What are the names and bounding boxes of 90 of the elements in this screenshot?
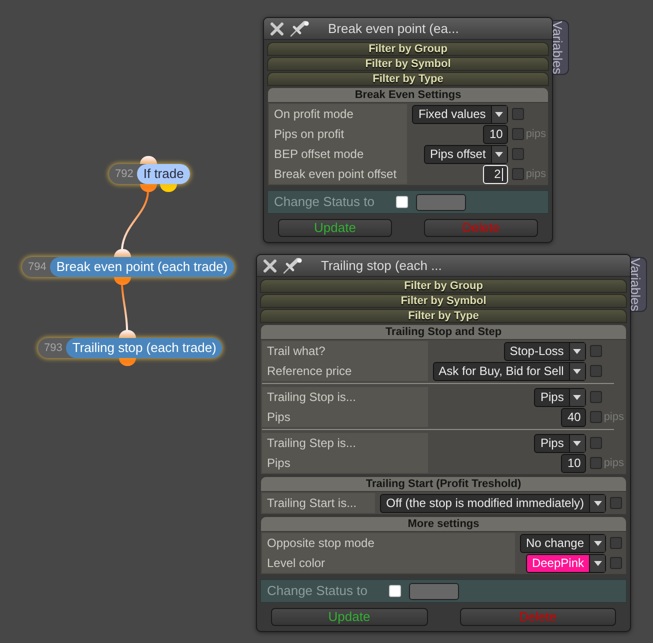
caret-icon [589,534,605,552]
filter-header[interactable]: Filter by Group [267,42,549,56]
dropdown-select[interactable]: Fixed values [412,104,508,124]
number-field[interactable]: 40 [560,408,586,426]
connector-line [121,192,149,250]
caret-icon [568,362,585,380]
setting-label: Trailing Start is... [262,493,376,513]
pushpin-icon[interactable] [283,258,303,274]
filter-header[interactable]: Filter by Symbol [260,294,627,308]
action-button[interactable]: Update [271,608,428,626]
flow-node[interactable]: 793 Trailing stop (each trade) [38,338,222,358]
connector-line [121,284,128,330]
caret-icon [490,106,507,122]
checkbox[interactable] [610,497,622,509]
number-field[interactable]: 2 [482,164,508,184]
number-field[interactable]: 10 [482,124,508,144]
window-title: Trailing stop (each ... [321,256,442,275]
setting-label: Trailing Step is... [262,433,428,453]
input-port-icon[interactable] [119,330,136,338]
dropdown-select[interactable]: Pips offset [424,144,508,164]
filter-header[interactable]: Filter by Type [260,309,627,323]
setting-label: Break even point offset [269,164,408,184]
flow-node[interactable]: 792 If trade [109,164,190,184]
setting-label: Pips [262,407,428,427]
checkbox[interactable] [590,457,602,469]
status-field[interactable] [409,582,460,600]
flow-node[interactable]: 794 Break even point (each trade) [22,257,234,277]
close-icon[interactable] [270,22,284,36]
setting-label: Trailing Stop is... [262,387,428,407]
output-port-icon[interactable] [114,277,131,285]
section-header: Trailing Start (Profit Treshold) [261,477,626,492]
checkbox[interactable] [610,537,622,549]
setting-label: Level color [262,553,515,573]
caret-icon [589,554,605,572]
variables-tab[interactable]: Variables [631,257,647,312]
number-field[interactable]: 10 [560,454,586,472]
section-header: Trailing Stop and Step [261,325,626,340]
setting-label: Pips [262,453,428,473]
output-port-icon[interactable] [160,184,177,192]
checkbox[interactable] [512,168,524,180]
setting-label: On profit mode [269,104,408,124]
input-port-icon[interactable] [140,156,157,164]
caret-icon [568,434,585,452]
dropdown-select[interactable]: No change [520,534,606,552]
checkbox[interactable] [590,437,602,449]
caret-icon [490,146,507,162]
setting-label: Pips on profit [269,124,408,144]
status-label: Change Status to [267,582,368,600]
output-port-icon[interactable] [140,184,157,192]
action-button[interactable]: Update [278,219,392,237]
node-title: Break even point (each trade) [50,257,234,277]
pushpin-icon[interactable] [290,20,310,36]
filter-header[interactable]: Filter by Group [260,279,627,293]
filter-header[interactable]: Filter by Type [267,72,549,86]
node-number: 793 [43,341,64,356]
checkbox[interactable] [590,411,602,423]
checkbox[interactable] [590,391,602,403]
dropdown-select[interactable]: Off (the stop is modified immediately) [380,494,606,512]
checkbox[interactable] [512,128,524,140]
setting-label: Reference price [262,361,428,381]
section-header: Break Even Settings [268,88,548,103]
status-field[interactable] [416,194,466,210]
window-title: Break even point (ea... [328,20,459,38]
filter-header[interactable]: Filter by Symbol [267,57,549,71]
setting-label: Opposite stop mode [262,533,515,553]
setting-label: Trail what? [262,341,428,361]
node-number: 794 [27,260,48,275]
checkbox[interactable] [590,365,602,377]
checkbox[interactable] [590,345,602,357]
input-port-icon[interactable] [114,249,131,257]
node-title: If trade [137,164,190,184]
caret-icon [568,342,585,360]
section-header: More settings [261,517,626,532]
node-title: Trailing stop (each trade) [66,338,222,358]
checkbox[interactable] [512,108,524,120]
dropdown-select[interactable]: Pips [534,434,586,452]
dropdown-select[interactable]: Pips [534,388,586,406]
output-port-icon[interactable] [119,358,136,366]
close-icon[interactable] [263,258,277,272]
dropdown-select[interactable]: DeepPink [526,554,606,572]
caret-icon [568,388,585,406]
variables-tab[interactable]: Variables [553,20,569,76]
caret-icon [589,494,605,512]
checkbox[interactable] [610,557,622,569]
dropdown-select[interactable]: Ask for Buy, Bid for Sell [432,362,586,380]
status-label: Change Status to [274,193,374,212]
setting-label: BEP offset mode [269,144,408,164]
checkbox[interactable] [512,148,524,160]
dropdown-select[interactable]: Stop-Loss [504,342,586,360]
node-number: 792 [114,167,134,182]
